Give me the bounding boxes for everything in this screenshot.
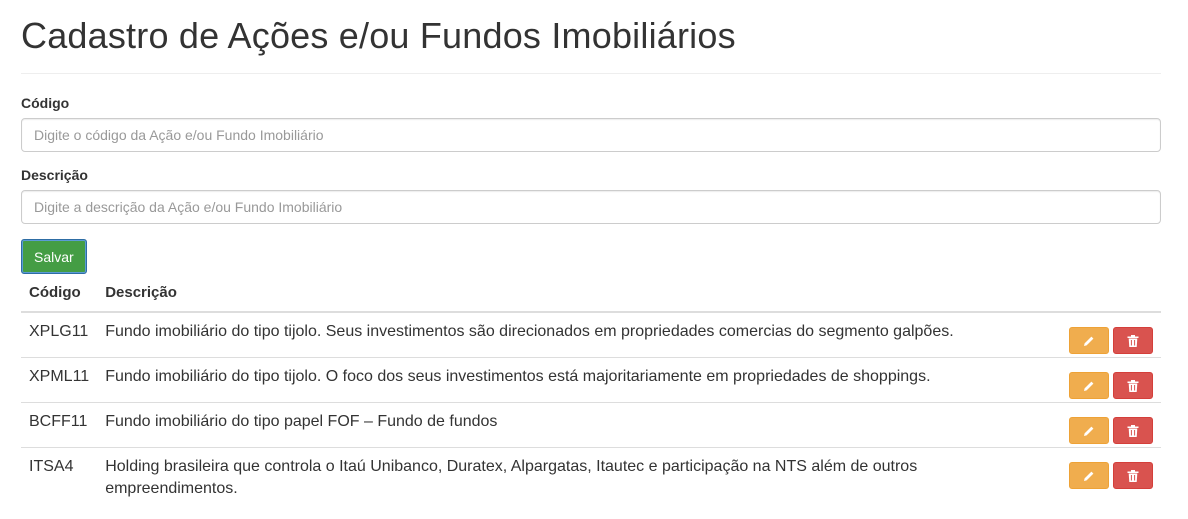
pencil-icon: [1083, 381, 1093, 391]
trash-icon: [1127, 424, 1139, 437]
row-actions: [1060, 357, 1161, 403]
edit-button[interactable]: [1068, 372, 1109, 399]
row-description: Holding brasileira que controla o Itaú U…: [97, 447, 1061, 508]
delete-button[interactable]: [1113, 327, 1153, 354]
table-row: XPML11 Fundo imobiliário do tipo tijolo.…: [21, 357, 1161, 403]
edit-button[interactable]: [1068, 327, 1109, 354]
delete-button[interactable]: [1113, 417, 1153, 444]
row-actions: [1060, 447, 1161, 508]
assets-table: Código Descrição XPLG11 Fundo imobiliári…: [21, 274, 1161, 508]
row-description: Fundo imobiliário do tipo tijolo. Seus i…: [105, 323, 954, 340]
page-container: Cadastro de Ações e/ou Fundos Imobiliári…: [0, 0, 1188, 508]
pencil-icon: [1083, 336, 1093, 346]
code-form-group: Código: [21, 94, 1161, 152]
save-button[interactable]: Salvar: [21, 239, 87, 274]
page-title: Cadastro de Ações e/ou Fundos Imobiliári…: [21, 15, 736, 56]
row-code: XPML11: [21, 357, 98, 403]
delete-button[interactable]: [1113, 372, 1153, 399]
trash-icon: [1127, 469, 1139, 482]
row-code: BCFF11: [21, 402, 98, 448]
row-description: Fundo imobiliário do tipo tijolo. O foco…: [97, 357, 1061, 403]
pencil-icon: [1083, 426, 1093, 436]
description-input[interactable]: [21, 190, 1161, 224]
row-actions: [1061, 312, 1161, 358]
trash-icon: [1127, 334, 1139, 347]
row-actions: [1060, 402, 1161, 448]
trash-icon: [1127, 379, 1139, 392]
edit-button[interactable]: [1068, 417, 1109, 444]
pencil-icon: [1083, 471, 1093, 481]
title-divider: [21, 73, 1161, 74]
description-label: Descrição: [21, 167, 88, 183]
row-code: ITSA4: [21, 447, 98, 508]
delete-button[interactable]: [1113, 462, 1153, 489]
actions-column-header: [1060, 274, 1161, 313]
row-description: Fundo imobiliário do tipo papel FOF – Fu…: [97, 402, 1061, 448]
code-column-header: Código: [21, 274, 98, 313]
table-row: ITSA4 Holding brasileira que controla o …: [21, 447, 1161, 508]
description-form-group: Descrição: [21, 166, 1161, 224]
table-row: BCFF11 Fundo imobiliário do tipo papel F…: [21, 402, 1161, 448]
code-input[interactable]: [21, 118, 1161, 152]
row-code: XPLG11: [29, 323, 89, 340]
edit-button[interactable]: [1068, 462, 1109, 489]
description-column-header: Descrição: [97, 274, 1061, 313]
table-row: XPLG11 Fundo imobiliário do tipo tijolo.…: [21, 312, 1161, 358]
table-header-row: Código Descrição: [21, 274, 1161, 313]
code-label: Código: [21, 95, 70, 111]
